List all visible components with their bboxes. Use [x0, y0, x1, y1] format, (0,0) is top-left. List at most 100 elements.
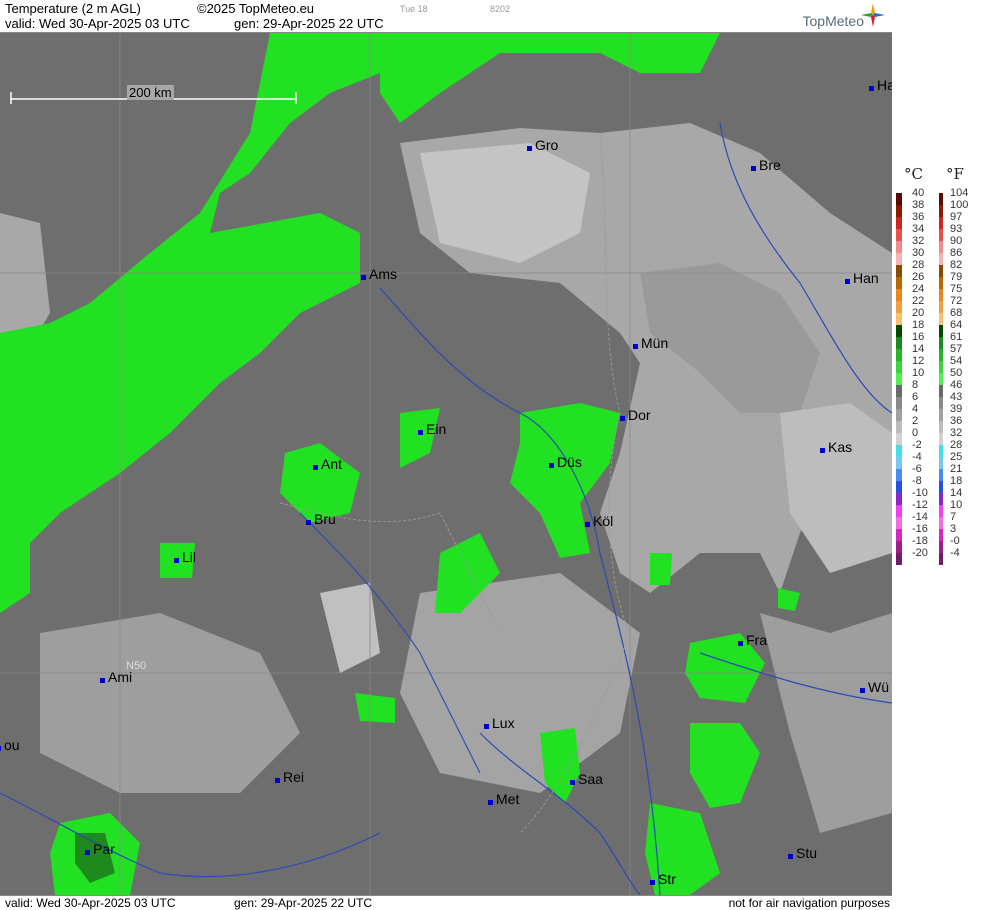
legend-label-celsius: -14 — [912, 511, 928, 523]
map-title: Temperature (2 m AGL) — [5, 1, 141, 16]
legend-label-celsius: -8 — [912, 475, 922, 487]
warm-patch-rhein-main — [690, 723, 760, 808]
legend-swatch-fahrenheit — [939, 217, 943, 229]
temperature-map[interactable]: 200 km N50 Gro Bre Ha Ams Han Mün Dor Ein Kas Ant… — [0, 33, 892, 895]
city-marker — [275, 778, 280, 783]
legend-label-fahrenheit: 46 — [950, 379, 963, 391]
legend-label-fahrenheit: 21 — [950, 463, 963, 475]
city-name: Ams — [369, 266, 397, 282]
legend-label-fahrenheit: 86 — [950, 247, 963, 259]
city-marker — [845, 279, 850, 284]
legend-swatch-fahrenheit — [939, 553, 943, 565]
legend-label-fahrenheit: -0 — [950, 535, 960, 547]
legend-swatch-celsius — [896, 253, 902, 265]
city-marker — [620, 416, 625, 421]
legend-swatch-celsius — [896, 373, 902, 385]
legend-swatch-fahrenheit — [939, 229, 943, 241]
legend-swatch-celsius — [896, 421, 902, 433]
legend-label-fahrenheit: 54 — [950, 355, 963, 367]
warm-patch-eindhoven — [400, 408, 440, 468]
city-name: Lil — [182, 549, 197, 565]
legend-swatch-fahrenheit — [939, 265, 943, 277]
legend-swatch-fahrenheit — [939, 205, 943, 217]
light-patch — [320, 583, 380, 673]
legend-label-celsius: 14 — [912, 343, 925, 355]
legend-swatch-celsius — [896, 337, 902, 349]
legend-swatch-celsius — [896, 241, 902, 253]
legend-swatch-celsius — [896, 229, 902, 241]
logo-text: TopMeteo — [802, 13, 864, 29]
city-label: Ams — [361, 266, 397, 282]
legend-label-celsius: 20 — [912, 307, 925, 319]
city-name: Köl — [593, 513, 614, 529]
legend-swatch-fahrenheit — [939, 193, 943, 205]
legend-label-celsius: 38 — [912, 199, 925, 211]
city-marker — [488, 800, 493, 805]
legend-label-celsius: 26 — [912, 271, 925, 283]
city-name: ou — [4, 737, 20, 753]
legend-label-celsius: 32 — [912, 235, 925, 247]
legend-label-fahrenheit: 79 — [950, 271, 963, 283]
legend-swatch-celsius — [896, 397, 902, 409]
legend-swatch-fahrenheit — [939, 409, 943, 421]
city-marker — [549, 463, 554, 468]
generated-time: gen: 29-Apr-2025 22 UTC — [234, 16, 384, 31]
legend-swatch-fahrenheit — [939, 505, 943, 517]
legend-label-celsius: -4 — [912, 451, 922, 463]
city-marker — [869, 86, 874, 91]
city-label: Wü — [860, 679, 889, 695]
city-name: Mün — [641, 335, 669, 351]
legend-swatch-celsius — [896, 493, 902, 505]
city-marker — [418, 430, 423, 435]
city-marker — [570, 780, 575, 785]
light-region-kassel — [780, 403, 892, 573]
light-region-reims — [40, 613, 300, 793]
sea-north — [0, 33, 400, 613]
city-marker — [788, 854, 793, 859]
disclaimer: not for air navigation purposes — [728, 896, 890, 910]
valid-time: valid: Wed 30-Apr-2025 03 UTC — [5, 16, 190, 31]
legend-label-celsius: 22 — [912, 295, 925, 307]
city-label: Rei — [275, 769, 304, 785]
city-label: Dor — [620, 407, 651, 423]
legend-swatch-celsius — [896, 481, 902, 493]
warm-patch-small — [355, 693, 395, 723]
city-label: ou — [0, 737, 20, 753]
city-label: Saa — [570, 771, 603, 787]
city-marker — [100, 678, 105, 683]
city-label: Bru — [306, 511, 336, 527]
legend-label-celsius: 16 — [912, 331, 925, 343]
legend-label-fahrenheit: 90 — [950, 235, 963, 247]
legend-swatch-celsius — [896, 205, 902, 217]
legend-label-celsius: 18 — [912, 319, 925, 331]
sea-wadden — [380, 33, 720, 123]
legend-swatch-fahrenheit — [939, 385, 943, 397]
city-label: Ant — [313, 456, 342, 472]
legend-label-celsius: 6 — [912, 391, 919, 403]
legend-label-fahrenheit: 18 — [950, 475, 963, 487]
city-marker — [174, 558, 179, 563]
legend-label-celsius: 30 — [912, 247, 925, 259]
temperature-legend: °C °F 40 38 36 34 32 30 28 26 24 22 20 18 16 14 12 10 8 6… — [892, 0, 983, 909]
city-marker — [650, 880, 655, 885]
legend-label-celsius: -10 — [912, 487, 928, 499]
legend-label-fahrenheit: 61 — [950, 331, 963, 343]
legend-label-fahrenheit: 75 — [950, 283, 963, 295]
city-label: Met — [488, 791, 519, 807]
city-marker — [820, 448, 825, 453]
legend-label-fahrenheit: 104 — [950, 187, 969, 199]
map-footer: valid: Wed 30-Apr-2025 03 UTC gen: 29-Ap… — [0, 895, 892, 910]
legend-swatch-celsius — [896, 193, 902, 205]
legend-swatch-celsius — [896, 385, 902, 397]
legend-label-fahrenheit: 97 — [950, 211, 963, 223]
legend-swatch-fahrenheit — [939, 433, 943, 445]
city-name: Stu — [796, 845, 818, 861]
legend-swatch-fahrenheit — [939, 277, 943, 289]
legend-swatch-celsius — [896, 541, 902, 553]
mid-region-wuerzburg — [760, 613, 892, 833]
legend-swatch-celsius — [896, 409, 902, 421]
legend-swatch-fahrenheit — [939, 361, 943, 373]
legend-swatch-celsius — [896, 469, 902, 481]
map-header: Temperature (2 m AGL) ©2025 TopMeteo.eu … — [0, 0, 892, 33]
city-marker — [585, 522, 590, 527]
